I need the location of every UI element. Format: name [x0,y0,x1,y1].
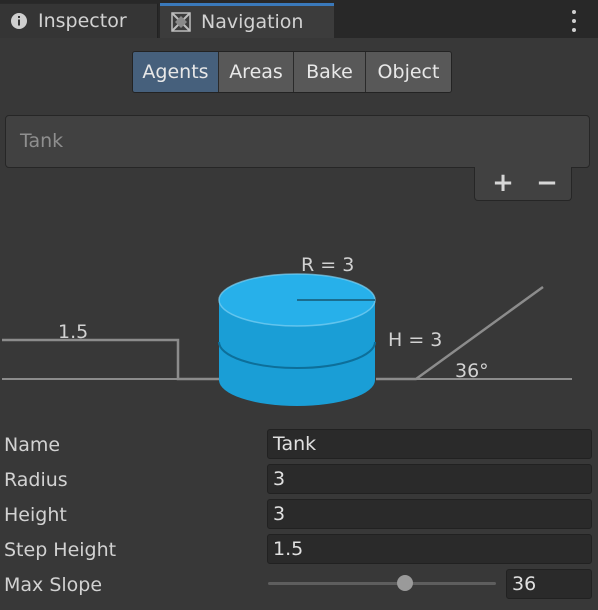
tab-inspector-label: Inspector [38,10,127,32]
agent-list-footer: + − [474,167,572,201]
slope-label: 36° [455,360,489,382]
areas-tab-button[interactable]: Areas [219,52,294,92]
bake-tab-button[interactable]: Bake [294,52,366,92]
height-label: H = 3 [388,329,443,351]
step-height-field[interactable]: 1.5 [267,534,592,564]
remove-agent-button[interactable]: − [527,167,567,199]
info-icon [8,4,30,38]
navigation-icon [170,6,192,38]
radius-label: Radius [4,469,68,491]
tab-bar: Inspector Navigation [0,0,598,38]
max-slope-field[interactable]: 36 [506,569,592,599]
more-options-icon[interactable] [564,8,584,34]
agent-type-list: Tank [5,115,590,168]
name-label: Name [4,434,61,456]
max-slope-slider-track[interactable] [268,582,496,585]
step-height-label: Step Height [4,539,117,561]
name-field[interactable]: Tank [267,429,592,459]
height-field[interactable]: 3 [267,499,592,529]
object-tab-button[interactable]: Object [366,52,451,92]
max-slope-slider-thumb[interactable] [396,575,413,591]
radius-field[interactable]: 3 [267,464,592,494]
tab-navigation[interactable]: Navigation [160,3,334,38]
navigation-mode-toolbar: Agents Areas Bake Object [132,51,452,93]
agent-list-item[interactable]: Tank [20,116,63,167]
step-height-label: 1.5 [58,321,89,343]
max-slope-label: Max Slope [4,574,103,596]
add-agent-button[interactable]: + [483,167,523,199]
radius-label: R = 3 [301,254,355,276]
height-label: Height [4,504,67,526]
agents-tab-button[interactable]: Agents [133,52,219,92]
tab-navigation-label: Navigation [201,11,304,33]
agent-dimensions-diagram [2,273,572,406]
tab-inspector[interactable]: Inspector [0,3,158,38]
step-outline [2,338,220,381]
